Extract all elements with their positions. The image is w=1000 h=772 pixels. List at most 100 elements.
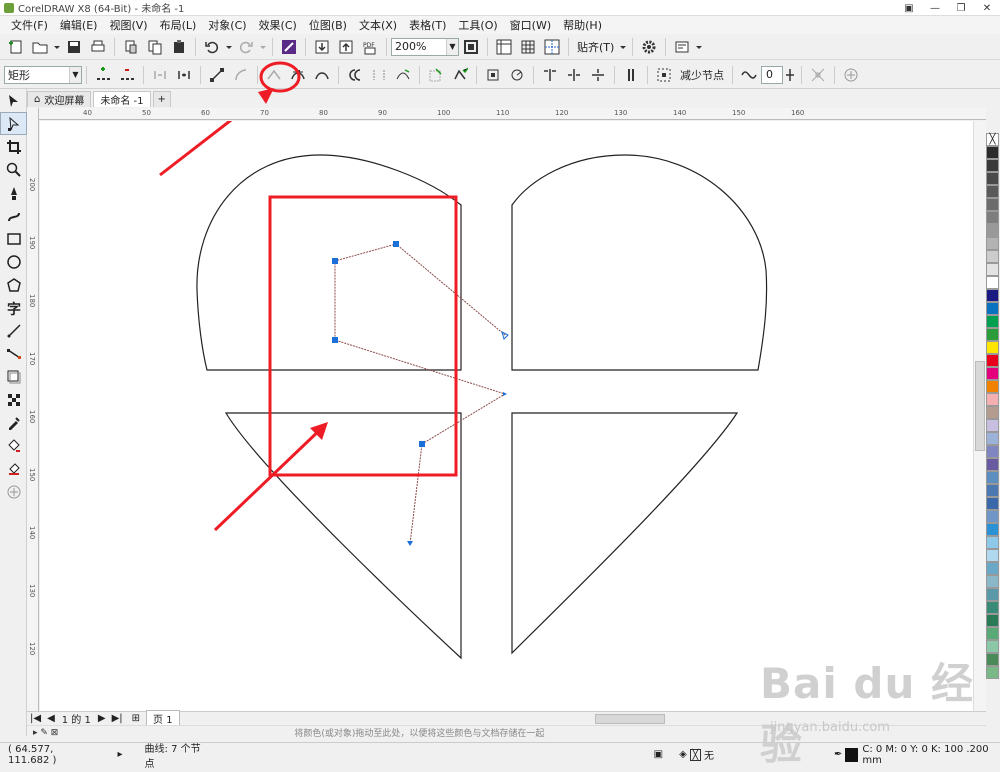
snap-dropdown-icon[interactable] — [619, 37, 627, 57]
rotate-skew-nodes-icon[interactable] — [506, 65, 528, 85]
heart-top-left-shape[interactable] — [196, 154, 462, 371]
undo-icon[interactable] — [201, 37, 223, 57]
to-line-icon[interactable] — [206, 65, 228, 85]
text-tool-icon[interactable]: 字 — [0, 296, 27, 319]
fill-none-swatch[interactable]: ╳ — [689, 748, 702, 761]
menu-file[interactable]: 文件(F) — [5, 17, 54, 33]
color-swatch[interactable] — [986, 198, 999, 211]
next-page-button[interactable]: ▶ — [98, 713, 106, 724]
redo-dropdown-icon[interactable] — [259, 37, 267, 57]
save-icon[interactable] — [63, 37, 85, 57]
color-swatch[interactable] — [986, 146, 999, 159]
menu-tools[interactable]: 工具(O) — [452, 17, 503, 33]
curve-node[interactable] — [332, 337, 338, 343]
minimize-button[interactable]: — — [922, 0, 948, 16]
vertical-scrollbar[interactable] — [973, 121, 986, 711]
color-proofing-icon[interactable]: ▣ — [654, 749, 663, 760]
color-swatch[interactable] — [986, 536, 999, 549]
color-swatch[interactable] — [986, 419, 999, 432]
extract-subpath-icon[interactable] — [392, 65, 414, 85]
launcher-dropdown-icon[interactable] — [695, 37, 703, 57]
color-swatch[interactable] — [986, 484, 999, 497]
color-swatch[interactable] — [986, 549, 999, 562]
curve-smoothness-input[interactable]: 0 — [761, 65, 783, 84]
extend-curve-icon[interactable] — [368, 65, 390, 85]
interactive-fill-tool-icon[interactable] — [0, 434, 27, 457]
heart-top-right-shape[interactable] — [511, 154, 768, 371]
elastic-mode-icon[interactable] — [620, 65, 642, 85]
menu-effects[interactable]: 效果(C) — [253, 17, 303, 33]
color-swatch[interactable] — [986, 627, 999, 640]
align-nodes-icon[interactable] — [539, 65, 561, 85]
tab-welcome-screen[interactable]: ⌂ 欢迎屏幕 — [27, 91, 92, 107]
application-launcher-icon[interactable] — [671, 37, 693, 57]
select-all-nodes-grid-icon[interactable] — [807, 65, 829, 85]
corel-connect-icon[interactable] — [278, 37, 300, 57]
select-all-nodes-icon[interactable] — [653, 65, 675, 85]
copy-icon[interactable] — [144, 37, 166, 57]
add-page-icon[interactable]: ⊞ — [132, 713, 140, 724]
prev-page-button[interactable]: ◀ — [47, 713, 55, 724]
publish-pdf-icon[interactable]: PDF — [359, 37, 381, 57]
curve-node[interactable] — [503, 392, 507, 396]
color-swatch[interactable] — [986, 159, 999, 172]
menu-layout[interactable]: 布局(L) — [154, 17, 203, 33]
color-swatch[interactable] — [986, 588, 999, 601]
curve-node[interactable] — [419, 441, 425, 447]
export-icon[interactable] — [335, 37, 357, 57]
pick-tool-icon[interactable] — [0, 89, 27, 112]
menu-table[interactable]: 表格(T) — [403, 17, 452, 33]
menu-object[interactable]: 对象(C) — [202, 17, 252, 33]
horizontal-scrollbar[interactable] — [595, 714, 665, 724]
shape-tool-icon[interactable] — [0, 112, 27, 135]
color-swatch[interactable] — [986, 276, 999, 289]
mirror-horizontal-icon[interactable] — [563, 65, 585, 85]
color-swatch[interactable] — [986, 315, 999, 328]
color-swatch[interactable] — [986, 562, 999, 575]
color-swatch[interactable] — [986, 458, 999, 471]
guidelines-icon[interactable] — [541, 37, 563, 57]
cut-icon[interactable] — [120, 37, 142, 57]
curve-node[interactable] — [332, 258, 338, 264]
full-screen-icon[interactable] — [460, 37, 482, 57]
color-swatch[interactable] — [986, 302, 999, 315]
freehand-tool-icon[interactable] — [0, 181, 27, 204]
smart-fill-tool-icon[interactable] — [0, 457, 27, 480]
curve-node[interactable] — [393, 241, 399, 247]
new-tab-button[interactable]: + — [152, 91, 171, 107]
add-plus-circle-icon[interactable] — [840, 65, 862, 85]
cusp-node-icon[interactable] — [263, 65, 285, 85]
tab-document[interactable]: 未命名 -1 — [93, 91, 151, 107]
menu-text[interactable]: 文本(X) — [353, 17, 403, 33]
color-swatch[interactable] — [986, 263, 999, 276]
restore-button[interactable]: ❐ — [948, 0, 974, 16]
auto-close-curve-icon[interactable] — [425, 65, 447, 85]
fill-indicator-icon[interactable]: ◈ — [679, 749, 687, 760]
paste-icon[interactable] — [168, 37, 190, 57]
print-icon[interactable] — [87, 37, 109, 57]
curve-start-node-icon[interactable] — [501, 331, 509, 340]
last-page-button[interactable]: ▶| — [112, 713, 123, 724]
close-button[interactable]: ✕ — [974, 0, 1000, 16]
color-swatch[interactable] — [986, 341, 999, 354]
first-page-button[interactable]: |◀ — [30, 713, 41, 724]
break-curve-icon[interactable] — [173, 65, 195, 85]
color-swatch[interactable] — [986, 406, 999, 419]
parallel-dimension-tool-icon[interactable] — [0, 319, 27, 342]
color-swatch[interactable] — [986, 354, 999, 367]
horizontal-ruler[interactable]: 40 50 60 70 80 90 100 110 120 130 140 150 160 — [39, 108, 986, 120]
color-swatch[interactable] — [986, 172, 999, 185]
color-swatch[interactable] — [986, 510, 999, 523]
import-icon[interactable] — [311, 37, 333, 57]
color-swatch[interactable] — [986, 211, 999, 224]
new-document-icon[interactable] — [5, 37, 27, 57]
status-expand-icon[interactable]: ▸ — [118, 749, 123, 760]
menu-view[interactable]: 视图(V) — [103, 17, 153, 33]
artistic-media-tool-icon[interactable] — [0, 204, 27, 227]
delete-node-icon[interactable] — [116, 65, 138, 85]
color-swatch[interactable] — [986, 432, 999, 445]
help-icon[interactable]: ▣ — [896, 0, 922, 16]
to-curve-icon[interactable] — [230, 65, 252, 85]
connector-tool-icon[interactable] — [0, 342, 27, 365]
reverse-direction-icon[interactable] — [344, 65, 366, 85]
